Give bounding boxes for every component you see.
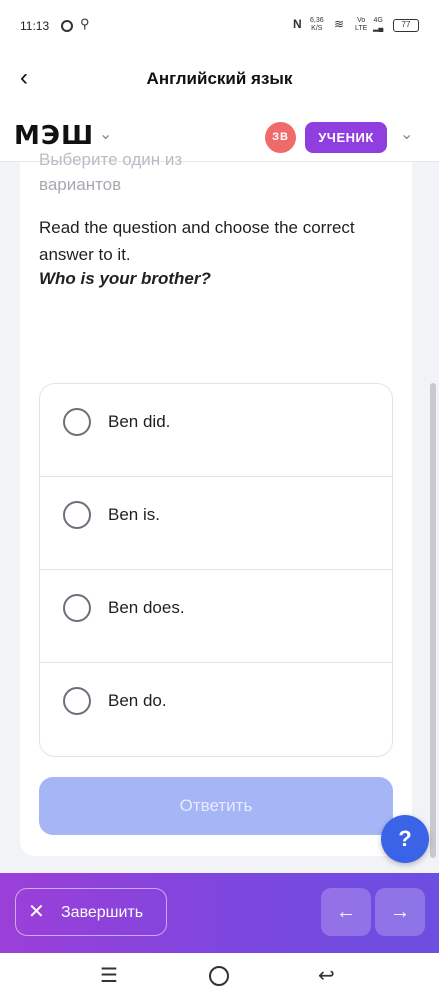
answer-option-label: Ben do. [108, 691, 167, 710]
status-bar: 11:13 ⚲ N 6,36 K/S ≋ Vo LTE 4G ▂▄ 77 [0, 0, 439, 52]
finish-button[interactable]: ✕ Завершить [15, 888, 167, 936]
title-bar: ‹ Английский язык [0, 52, 439, 106]
sim2-indicator: 4G ▂▄ [373, 17, 383, 33]
back-gesture-icon[interactable]: ↩ [318, 963, 335, 988]
finish-button-label: Завершить [61, 904, 144, 921]
avatar[interactable]: ЗВ [265, 122, 296, 153]
action-bar: ✕ Завершить ← → [0, 873, 439, 953]
speed-unit: K/S [311, 25, 323, 32]
answer-option[interactable]: Ben is. [40, 477, 392, 570]
answer-options: Ben did. Ben is. Ben does. Ben do. [39, 383, 393, 757]
sim1-top: Vo [357, 17, 366, 24]
sim2-top: 4G [373, 17, 383, 24]
radio-button[interactable] [63, 408, 91, 436]
instruction-text: вариантов [39, 175, 122, 194]
radio-button[interactable] [63, 594, 91, 622]
system-navigation-bar: ☰ ↩ [0, 953, 439, 1000]
task-card: Выберите один из вариантов Read the ques… [20, 150, 412, 856]
submit-button[interactable]: Ответить [39, 777, 393, 835]
wifi-icon: ≋ [334, 17, 345, 31]
help-button[interactable]: ? [381, 815, 429, 863]
status-time: 11:13 [20, 19, 50, 33]
arrow-right-icon: → [390, 901, 410, 923]
mesh-logo[interactable]: МЭШ [14, 121, 94, 151]
speed-value: 6,36 [310, 17, 324, 24]
answer-option-label: Ben is. [108, 505, 160, 524]
answer-option[interactable]: Ben do. [40, 663, 392, 756]
answer-option[interactable]: Ben does. [40, 570, 392, 663]
sim1-indicator: Vo LTE [355, 17, 367, 33]
instruction-text-cut: Выберите один из [39, 150, 183, 169]
chevron-down-icon[interactable]: ⌄ [99, 124, 112, 144]
previous-button[interactable]: ← [321, 888, 371, 936]
question-text: Read the question and choose the correct… [39, 218, 355, 264]
circle-icon [61, 20, 73, 32]
search-icon: ⚲ [80, 16, 90, 31]
battery-icon: 77 [393, 19, 419, 32]
next-button[interactable]: → [375, 888, 425, 936]
sim2-signal-icon: ▂▄ [373, 25, 384, 32]
arrow-left-icon: ← [336, 901, 356, 923]
answer-option-label: Ben did. [108, 412, 171, 431]
radio-button[interactable] [63, 501, 91, 529]
network-speed: 6,36 K/S [310, 17, 324, 33]
sim1-bottom: LTE [355, 25, 368, 32]
chevron-down-icon[interactable]: ⌄ [400, 124, 413, 144]
role-badge[interactable]: УЧЕНИК [305, 122, 387, 153]
nfc-icon: N [293, 17, 302, 31]
close-icon: ✕ [28, 901, 45, 923]
question-highlight: Who is your brother? [39, 269, 211, 288]
menu-icon[interactable]: ☰ [100, 963, 118, 988]
scrollbar[interactable] [430, 383, 436, 858]
home-icon[interactable] [209, 966, 229, 986]
answer-option-label: Ben does. [108, 598, 185, 617]
radio-button[interactable] [63, 687, 91, 715]
answer-option[interactable]: Ben did. [40, 384, 392, 477]
page-title: Английский язык [146, 69, 293, 88]
